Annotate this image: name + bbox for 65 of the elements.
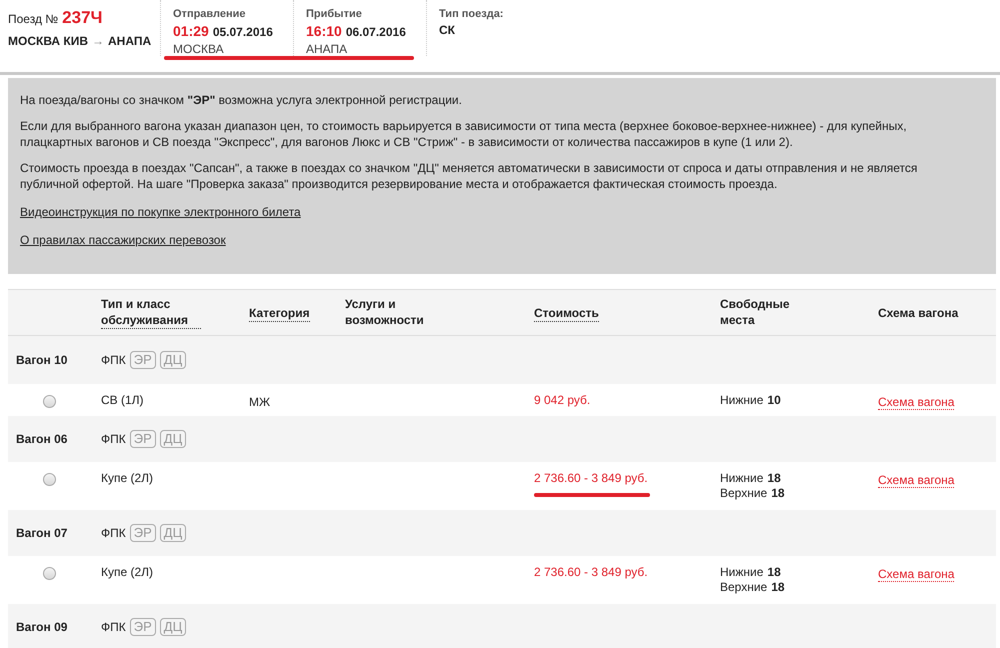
place-count: 18 <box>767 471 781 485</box>
schedule-label: Прибытие <box>306 8 363 20</box>
price: 2 736.60 - 3 849 руб. <box>534 471 649 485</box>
train-number-label: Поезд № <box>8 12 58 26</box>
service-badge: ДЦ <box>160 430 186 448</box>
car-type: Купе (2Л) <box>101 471 154 485</box>
radio-button[interactable] <box>43 567 56 580</box>
train-type-label: Тип поезда: <box>439 8 504 20</box>
place-count: 18 <box>771 486 785 500</box>
column-header: Схема вагона <box>878 304 958 320</box>
service-badge: ЭР <box>130 618 156 636</box>
schedule-time: 16:10 <box>306 23 342 39</box>
car-type: СВ (1Л) <box>101 393 145 407</box>
info-paragraph: Если для выбранного вагона указан диапазон цен, то стоимость варьируется в зависимости от типа места (верхнее боковое-верхнее-нижнее) - для купейных, плацкартных вагонов и СВ поезда "Экспресс", для вагонов Люкс и СВ "Стриж" - в зависимости от количества пассажиров в купе (1 или 2). <box>20 118 908 150</box>
car-type: Купе (2Л) <box>101 565 154 579</box>
wagon-name: Вагон 10 <box>15 353 68 367</box>
place-count: 18 <box>771 580 785 594</box>
service-badge: ЭР <box>130 524 156 542</box>
place-label: Верхние <box>720 486 768 500</box>
route-arrow: → <box>92 34 104 48</box>
price: 9 042 руб. <box>534 393 592 407</box>
column-header[interactable]: Категория <box>249 304 310 322</box>
service-badge: ДЦ <box>160 351 186 369</box>
info-link[interactable]: Видеоинструкция по покупке электронного билета <box>20 204 301 220</box>
wagon-name: Вагон 07 <box>15 526 68 540</box>
column-header[interactable]: Тип и класс обслуживания <box>101 296 201 329</box>
schedule-date: 06.07.2016 <box>346 25 406 39</box>
price: 2 736.60 - 3 849 руб. <box>534 565 649 579</box>
service-badge: ЭР <box>130 351 156 369</box>
route-destination: АНАПА <box>108 34 152 48</box>
info-paragraph: На поезда/вагоны со значком "ЭР" возможна услуга электронной регистрации. <box>20 92 463 108</box>
place-count: 18 <box>767 565 781 579</box>
service-badge: ЭР <box>130 430 156 448</box>
station-name: МОСКВА <box>173 42 225 56</box>
wagon-name: Вагон 09 <box>15 620 68 634</box>
place-label: Верхние <box>720 580 768 594</box>
place-label: Нижние <box>720 565 764 579</box>
info-link[interactable]: О правилах пассажирских перевозок <box>20 232 226 248</box>
service-badge: ДЦ <box>160 618 186 636</box>
wagon-name: Вагон 06 <box>15 432 68 446</box>
column-header: Свободные места <box>720 296 791 328</box>
car-category: МЖ <box>249 395 270 409</box>
station-name: АНАПА <box>306 42 348 56</box>
info-paragraph: Стоимость проезда в поездах "Сапсан", а также в поездах со значком "ДЦ" меняется автоматически в зависимости от спроса и даты отправления и не является публичной офертой. На шаге "Проверка заказа" производится резервирование места и отображается фактическая стоимость проезда. <box>20 160 918 192</box>
carrier-name: ФПК <box>101 432 126 446</box>
schedule-time: 01:29 <box>173 23 209 39</box>
radio-button[interactable] <box>43 473 56 486</box>
carrier-name: ФПК <box>101 353 126 367</box>
scheme-link[interactable]: Схема вагона <box>878 395 954 410</box>
place-label: Нижние <box>720 471 764 485</box>
radio-button[interactable] <box>43 395 56 408</box>
place-label: Нижние <box>720 393 764 407</box>
scheme-link[interactable]: Схема вагона <box>878 473 954 488</box>
carrier-name: ФПК <box>101 620 126 634</box>
carrier-name: ФПК <box>101 526 126 540</box>
route-origin: МОСКВА КИВ <box>8 34 88 48</box>
column-header[interactable]: Стоимость <box>534 304 599 322</box>
schedule-label: Отправление <box>173 8 247 20</box>
schedule-date: 05.07.2016 <box>212 25 273 39</box>
train-number: 237Ч <box>62 8 102 28</box>
place-count: 10 <box>767 393 781 407</box>
service-badge: ДЦ <box>160 524 186 542</box>
column-header: Услуги и возможности <box>345 296 425 328</box>
scheme-link[interactable]: Схема вагона <box>878 567 954 582</box>
train-type-value: СК <box>439 23 456 37</box>
